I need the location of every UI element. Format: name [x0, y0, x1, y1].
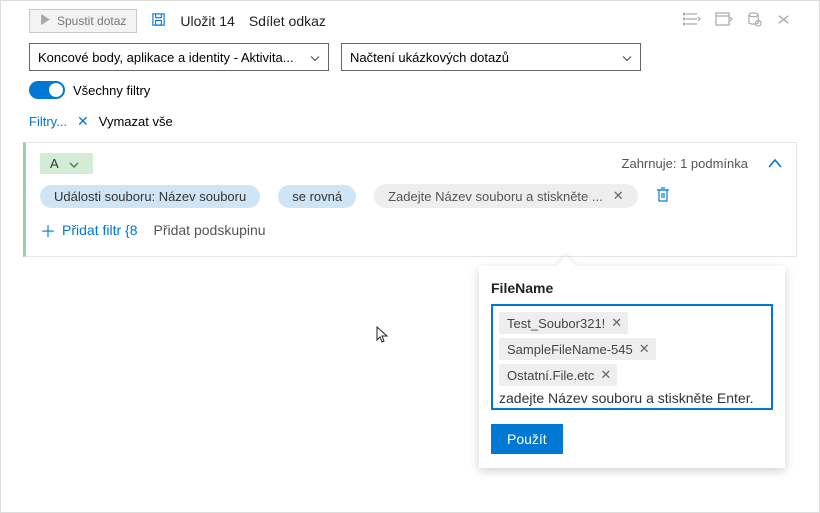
close-icon[interactable]: ✕ — [611, 315, 622, 331]
toolbar: Spustit dotaz Uložit 14 Sdílet odkaz — [1, 1, 819, 43]
all-filters-toggle[interactable] — [29, 81, 65, 99]
value-chip-placeholder: Zadejte Název souboru a stiskněte ... — [388, 189, 603, 204]
settings-icon[interactable] — [776, 12, 791, 30]
group-mode-label: A — [50, 156, 59, 171]
close-icon[interactable]: ✕ — [613, 188, 624, 204]
toggle-row: Všechny filtry — [1, 81, 819, 105]
close-icon[interactable]: ✕ — [639, 341, 650, 357]
filename-popup: FileName Test_Soubor321! ✕ SampleFileNam… — [479, 266, 785, 468]
toolbar-right — [683, 12, 791, 30]
scope-select-value: Koncové body, aplikace a identity - Akti… — [38, 50, 294, 65]
filters-link[interactable]: Filtry... — [29, 114, 67, 129]
close-icon[interactable]: ✕ — [77, 113, 89, 130]
save-icon[interactable] — [151, 12, 166, 30]
collapse-icon[interactable] — [768, 155, 782, 173]
add-filter-button[interactable]: ＋ Přidat filtr {8 — [40, 218, 138, 242]
filter-links: Filtry... ✕ Vymazat vše — [1, 105, 819, 136]
chevron-down-icon — [310, 50, 320, 65]
close-icon[interactable]: ✕ — [600, 367, 611, 383]
selectors-row: Koncové body, aplikace a identity - Akti… — [1, 43, 819, 81]
tag-item: SampleFileName-545 ✕ — [499, 338, 656, 360]
chevron-down-icon — [622, 50, 632, 65]
tag-label: Ostatní.File.etc — [507, 368, 594, 383]
db-icon[interactable] — [747, 12, 762, 30]
tag-label: Test_Soubor321! — [507, 316, 605, 331]
save-label[interactable]: Uložit 14 — [180, 13, 234, 29]
tag-item: Test_Soubor321! ✕ — [499, 312, 628, 334]
plus-icon: ＋ — [40, 218, 56, 242]
condition-row: Události souboru: Název souboru se rovná… — [40, 184, 782, 208]
value-chip[interactable]: Zadejte Název souboru a stiskněte ... ✕ — [374, 184, 638, 208]
apply-button[interactable]: Použít — [491, 424, 563, 454]
calendar-icon[interactable] — [715, 12, 733, 30]
add-row: ＋ Přidat filtr {8 Přidat podskupinu — [40, 218, 782, 242]
tag-item: Ostatní.File.etc ✕ — [499, 364, 617, 386]
sample-select[interactable]: Načtení ukázkových dotazů — [341, 43, 641, 71]
add-filter-label: Přidat filtr {8 — [62, 222, 137, 238]
tag-input[interactable]: Test_Soubor321! ✕ SampleFileName-545 ✕ O… — [491, 304, 773, 410]
filter-group: A Zahrnuje: 1 podmínka Události souboru:… — [23, 142, 797, 257]
scope-select[interactable]: Koncové body, aplikace a identity - Akti… — [29, 43, 329, 71]
run-query-button[interactable]: Spustit dotaz — [29, 9, 137, 33]
run-query-label: Spustit dotaz — [57, 14, 126, 28]
field-chip[interactable]: Události souboru: Název souboru — [40, 185, 260, 208]
filter-group-header: A Zahrnuje: 1 podmínka — [40, 153, 782, 174]
cursor-icon — [376, 326, 390, 349]
tag-label: SampleFileName-545 — [507, 342, 633, 357]
clear-all-link[interactable]: Vymazat vše — [99, 114, 173, 129]
operator-chip[interactable]: se rovná — [278, 185, 356, 208]
delete-icon[interactable] — [656, 187, 670, 206]
group-mode-pill[interactable]: A — [40, 153, 93, 174]
chevron-down-icon — [69, 156, 79, 171]
list-icon[interactable] — [683, 12, 701, 30]
group-summary: Zahrnuje: 1 podmínka — [622, 156, 748, 171]
play-icon — [40, 14, 51, 28]
sample-select-value: Načtení ukázkových dotazů — [350, 50, 509, 65]
add-subgroup-button[interactable]: Přidat podskupinu — [154, 222, 266, 238]
tag-input-hint: zadejte Název souboru a stiskněte Enter. — [497, 388, 767, 406]
all-filters-label: Všechny filtry — [73, 83, 150, 98]
share-link-label[interactable]: Sdílet odkaz — [249, 13, 326, 29]
popup-title: FileName — [491, 280, 773, 296]
